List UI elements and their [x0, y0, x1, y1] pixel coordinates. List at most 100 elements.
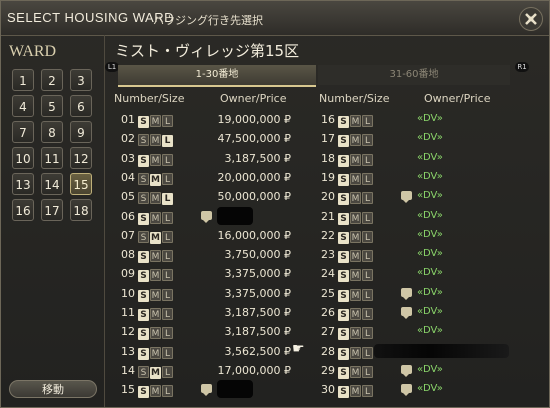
ward-button-17[interactable]: 17 [41, 199, 63, 221]
ward-button-9[interactable]: 9 [70, 121, 92, 143]
plot-row[interactable]: 01 S M L 19,000,000 ₽ [119, 110, 309, 129]
plot-row[interactable]: 20 S M L «DV» [319, 187, 514, 206]
size-l: L [162, 172, 173, 185]
ward-button-12[interactable]: 12 [70, 147, 92, 169]
chat-bubble-icon [401, 307, 412, 319]
plot-row[interactable]: 29 S M L «DV» [319, 361, 514, 380]
size-s: S [338, 116, 349, 128]
plot-row[interactable]: 04 S M L 20,000,000 ₽ [119, 168, 309, 187]
plot-price: 3,187,500 ₽ [224, 151, 291, 165]
ward-button-5[interactable]: 5 [41, 95, 63, 117]
plot-number: 11 [121, 306, 135, 319]
plot-row[interactable]: 15 S M L [119, 380, 309, 399]
plot-owner: «DV» [417, 151, 443, 163]
size-s: S [338, 231, 349, 244]
ward-button-7[interactable]: 7 [12, 121, 34, 143]
plot-size-indicator: SML [338, 365, 374, 379]
ward-button-4[interactable]: 4 [12, 95, 34, 117]
plot-tabs: 1-30番地 31-60番地 [104, 65, 524, 87]
plot-row[interactable]: 25 S M L «DV» [319, 284, 514, 303]
size-m: M [150, 173, 161, 186]
plot-row[interactable]: 14 S M L 17,000,000 ₽ [119, 361, 309, 380]
tab-31-60[interactable]: 31-60番地 [318, 65, 510, 85]
plot-row[interactable]: 02 S M L 47,500,000 ₽ [119, 129, 309, 148]
ward-button-15[interactable]: 15 [70, 173, 92, 195]
plot-size-indicator: SML [338, 288, 374, 302]
plot-size-indicator: SML [138, 172, 174, 186]
plot-number: 21 [321, 209, 335, 223]
plot-row[interactable]: 19 S M L «DV» [319, 168, 514, 187]
ward-button-3[interactable]: 3 [70, 69, 92, 91]
ward-button-16[interactable]: 16 [12, 199, 34, 221]
plot-size-indicator: SML [138, 211, 174, 225]
plot-number: 17 [321, 132, 335, 146]
size-l: L [362, 327, 373, 340]
ward-button-18[interactable]: 18 [70, 199, 92, 221]
ward-button-6[interactable]: 6 [70, 95, 92, 117]
plot-row[interactable]: 23 S M L «DV» [319, 245, 514, 264]
plot-number: 01 [121, 113, 135, 126]
size-l: L [162, 135, 173, 148]
plot-row[interactable]: 06 S M L [119, 206, 309, 226]
move-button[interactable]: 移動 [9, 380, 97, 398]
size-m: M [350, 269, 361, 282]
plot-owner: «DV» [417, 190, 443, 202]
plot-row[interactable]: 28 S M L [319, 342, 514, 361]
ward-button-14[interactable]: 14 [41, 173, 63, 195]
plot-number: 27 [321, 325, 335, 339]
ward-button-13[interactable]: 13 [12, 173, 34, 195]
ward-button-2[interactable]: 2 [41, 69, 63, 91]
size-l: L [162, 193, 173, 206]
ward-button-8[interactable]: 8 [41, 121, 63, 143]
plot-number: 23 [321, 248, 335, 262]
ward-button-11[interactable]: 11 [41, 147, 63, 169]
tab-1-30[interactable]: 1-30番地 [118, 65, 316, 87]
plot-row[interactable]: 22 S M L «DV» [319, 226, 514, 245]
plot-row[interactable]: 17 S M L «DV» [319, 129, 514, 148]
plot-owner: «DV» [417, 228, 443, 240]
ward-button-10[interactable]: 10 [12, 147, 34, 169]
plot-row[interactable]: 12 S M L 3,187,500 ₽ [119, 322, 309, 341]
size-s: S [138, 251, 149, 264]
size-l: L [162, 250, 173, 263]
plot-size-indicator: SML [138, 153, 174, 167]
ward-button-1[interactable]: 1 [12, 69, 34, 91]
plot-number: 07 [121, 228, 135, 242]
size-s: S [338, 289, 349, 302]
chat-bubble-icon [201, 384, 212, 397]
size-m: M [350, 211, 361, 224]
size-l: L [162, 115, 173, 127]
plot-number: 08 [121, 248, 135, 262]
header-number-size-right: Number/Size [319, 92, 390, 105]
size-s: S [138, 116, 149, 128]
plot-row[interactable]: 07 S M L 16,000,000 ₽ [119, 226, 309, 245]
plot-number: 04 [121, 170, 135, 184]
plot-owner: «DV» [417, 383, 443, 395]
header-number-size-left: Number/Size [114, 92, 185, 105]
plot-number: 15 [121, 383, 135, 397]
plot-size-indicator: SML [138, 114, 174, 128]
plot-row[interactable]: 24 S M L «DV» [319, 264, 514, 283]
plot-row[interactable]: 27 S M L «DV» [319, 322, 514, 341]
plot-number: 25 [321, 286, 335, 300]
plot-row[interactable]: 09 S M L 3,375,000 ₽ [119, 264, 309, 283]
size-l: L [162, 211, 173, 224]
plot-row[interactable]: 26 S M L «DV» [319, 303, 514, 322]
plot-size-indicator: SML [338, 230, 374, 244]
plot-row[interactable]: 16 S M L «DV» [319, 110, 514, 129]
close-button[interactable] [519, 7, 543, 31]
plot-row[interactable]: 21 S M L «DV» [319, 207, 514, 226]
plot-row[interactable]: 05 S M L 50,000,000 ₽ [119, 187, 309, 206]
plot-row[interactable]: 11 S M L 3,187,500 ₽ [119, 303, 309, 322]
size-l: L [362, 365, 373, 378]
plot-row[interactable]: 30 S M L «DV» [319, 380, 514, 399]
plot-row[interactable]: 10 S M L 3,375,000 ₽ [119, 284, 309, 303]
plot-number: 20 [321, 190, 335, 204]
plot-row[interactable]: 03 S M L 3,187,500 ₽ [119, 149, 309, 168]
size-s: S [338, 309, 349, 321]
plot-row[interactable]: 08 S M L 3,750,000 ₽ [119, 245, 309, 264]
plot-row[interactable]: 18 S M L «DV» [319, 149, 514, 168]
size-s: S [138, 154, 149, 167]
size-m: M [150, 308, 161, 320]
plot-row[interactable]: 13 S M L 3,562,500 ₽ [119, 342, 309, 361]
